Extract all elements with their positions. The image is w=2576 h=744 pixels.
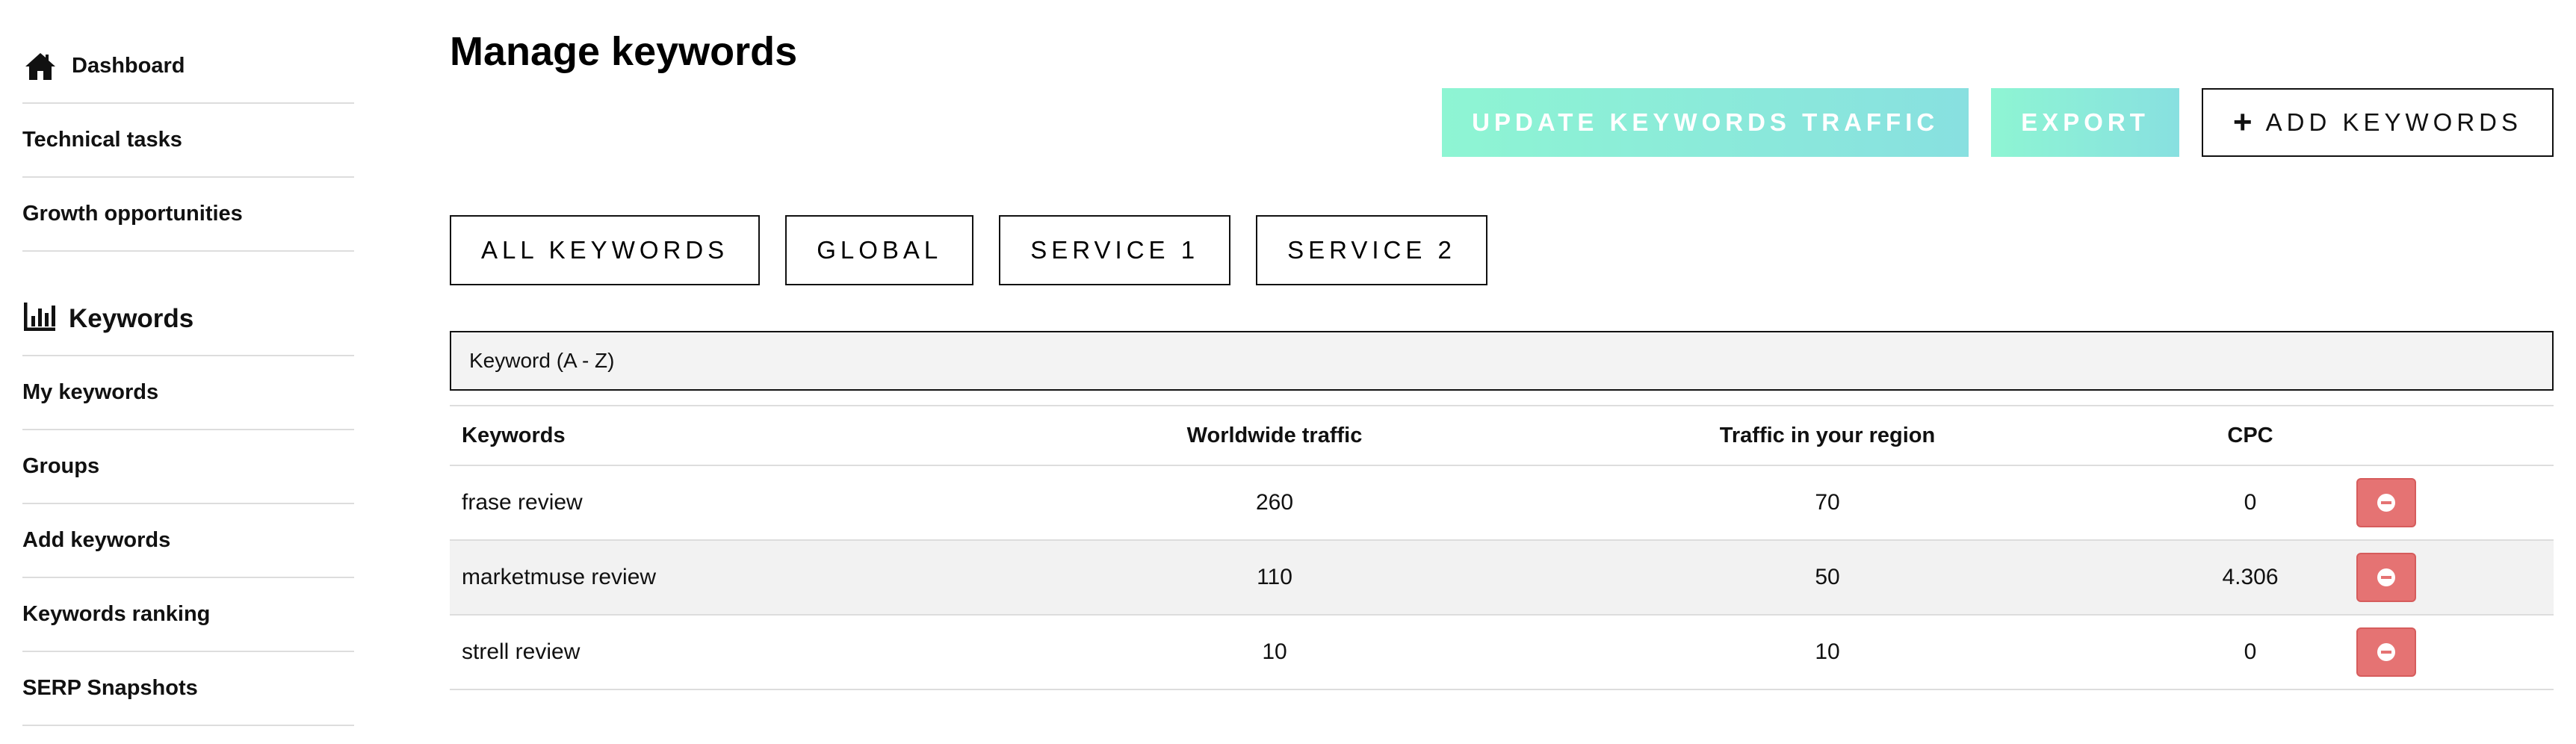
sidebar-item-growth-opportunities[interactable]: Growth opportunities: [22, 178, 354, 252]
cell-worldwide-traffic: 110: [1257, 565, 1292, 589]
bar-chart-icon: [22, 298, 58, 334]
cell-actions: [2292, 627, 2554, 677]
table-row: strell review 10 10 0: [450, 616, 2554, 690]
column-header-cpc: CPC: [2227, 423, 2273, 447]
sidebar-item-label: Technical tasks: [22, 128, 182, 152]
plus-icon: +: [2232, 104, 2257, 140]
sidebar-item-label: Groups: [22, 454, 100, 478]
column-header-keywords: Keywords: [462, 423, 566, 447]
filter-service-1[interactable]: SERVICE 1: [999, 215, 1231, 285]
sidebar-item-my-keywords[interactable]: My keywords: [22, 356, 354, 430]
cell-region-traffic: 10: [1815, 639, 1840, 664]
page-title: Manage keywords: [450, 29, 798, 74]
cell-keyword: marketmuse review: [462, 565, 657, 589]
cell-region-traffic: 50: [1815, 565, 1840, 589]
sidebar-item-label: My keywords: [22, 380, 159, 404]
cell-actions: [2292, 478, 2554, 527]
minus-circle-icon: [2377, 568, 2395, 586]
add-keywords-button[interactable]: + ADD KEYWORDS: [2201, 88, 2554, 157]
minus-circle-icon: [2377, 494, 2395, 512]
sidebar: Dashboard Technical tasks Growth opportu…: [22, 30, 354, 726]
sort-selected-value: Keyword (A - Z): [469, 349, 615, 372]
keywords-table: Keywords Worldwide traffic Traffic in yo…: [450, 405, 2554, 690]
cell-cpc: 0: [2244, 490, 2257, 515]
cell-cpc: 0: [2244, 639, 2257, 664]
sidebar-section-keywords: Keywords: [22, 252, 354, 356]
table-row: frase review 260 70 0: [450, 466, 2554, 541]
sidebar-section-label: Keywords: [69, 304, 194, 333]
cell-region-traffic: 70: [1815, 490, 1840, 515]
sidebar-item-add-keywords[interactable]: Add keywords: [22, 504, 354, 578]
sidebar-item-serp-snapshots[interactable]: SERP Snapshots: [22, 652, 354, 726]
filter-service-2[interactable]: SERVICE 2: [1256, 215, 1487, 285]
delete-keyword-button[interactable]: [2356, 478, 2416, 527]
add-keywords-label: ADD KEYWORDS: [2265, 108, 2522, 136]
filter-all-keywords[interactable]: ALL KEYWORDS: [450, 215, 761, 285]
sidebar-item-dashboard[interactable]: Dashboard: [22, 30, 354, 104]
sort-select[interactable]: Keyword (A - Z): [450, 331, 2554, 391]
cell-actions: [2292, 553, 2554, 602]
cell-keyword: strell review: [462, 639, 580, 664]
column-header-traffic-region: Traffic in your region: [1719, 423, 1936, 447]
table-header-row: Keywords Worldwide traffic Traffic in yo…: [450, 406, 2554, 466]
table-row: marketmuse review 110 50 4.306: [450, 541, 2554, 616]
cell-worldwide-traffic: 260: [1255, 490, 1294, 515]
sidebar-item-technical-tasks[interactable]: Technical tasks: [22, 104, 354, 178]
export-button[interactable]: EXPORT: [1991, 88, 2179, 157]
sidebar-item-label: Dashboard: [72, 54, 185, 78]
minus-circle-icon: [2377, 643, 2395, 661]
cell-cpc: 4.306: [2222, 565, 2279, 589]
filter-global[interactable]: GLOBAL: [785, 215, 974, 285]
sidebar-item-label: Growth opportunities: [22, 202, 243, 226]
sidebar-item-groups[interactable]: Groups: [22, 430, 354, 504]
sidebar-item-keywords-ranking[interactable]: Keywords ranking: [22, 578, 354, 652]
filter-group: ALL KEYWORDS GLOBAL SERVICE 1 SERVICE 2: [450, 215, 1487, 285]
cell-worldwide-traffic: 10: [1262, 639, 1287, 664]
delete-keyword-button[interactable]: [2356, 553, 2416, 602]
home-icon: [22, 49, 58, 84]
update-keywords-traffic-button[interactable]: UPDATE KEYWORDS TRAFFIC: [1442, 88, 1969, 157]
top-actions: UPDATE KEYWORDS TRAFFIC EXPORT + ADD KEY…: [1442, 88, 2554, 157]
sidebar-item-label: SERP Snapshots: [22, 676, 198, 700]
sidebar-item-label: Keywords ranking: [22, 602, 211, 626]
column-header-worldwide-traffic: Worldwide traffic: [1186, 423, 1363, 447]
cell-keyword: frase review: [462, 490, 583, 515]
delete-keyword-button[interactable]: [2356, 627, 2416, 677]
sidebar-item-label: Add keywords: [22, 528, 171, 552]
